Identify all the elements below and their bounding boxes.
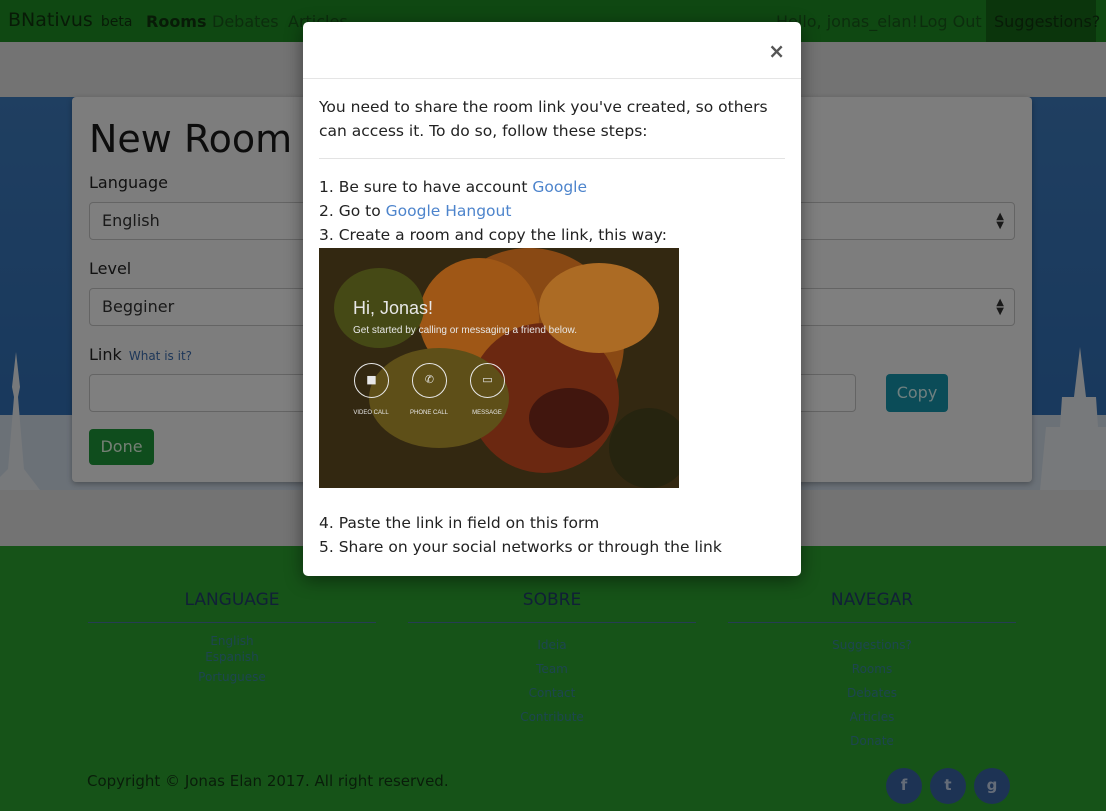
video-camera-icon: ■ — [354, 363, 389, 398]
phone-icon: ✆ — [412, 363, 447, 398]
google-hangout-link[interactable]: Google Hangout — [386, 202, 512, 220]
step-2: 2. Go to Google Hangout — [319, 202, 511, 220]
step-3: 3. Create a room and copy the link, this… — [319, 226, 667, 244]
modal-intro: You need to share the room link you've c… — [319, 98, 768, 140]
link-help-modal: × You need to share the room link you've… — [303, 22, 801, 576]
step-5: 5. Share on your social networks or thro… — [319, 538, 722, 556]
phone-call-caption: PHONE CALL — [409, 410, 448, 416]
google-link[interactable]: Google — [532, 178, 587, 196]
step-2-text: 2. Go to — [319, 202, 386, 220]
step-1-text: 1. Be sure to have account — [319, 178, 533, 196]
video-call-caption: VIDEO CALL — [353, 410, 389, 416]
hangouts-screenshot: Hi, Jonas! Get started by calling or mes… — [319, 248, 679, 488]
modal-header: × — [303, 22, 801, 79]
divider — [319, 158, 785, 159]
close-icon[interactable]: × — [768, 39, 785, 63]
hangouts-subtitle: Get started by calling or messaging a fr… — [353, 325, 578, 336]
message-caption: MESSAGE — [472, 410, 502, 416]
step-4: 4. Paste the link in field on this form — [319, 514, 600, 532]
hangouts-greeting: Hi, Jonas! — [353, 298, 434, 318]
step-1: 1. Be sure to have account Google — [319, 178, 587, 196]
message-icon: ▭ — [470, 363, 505, 398]
